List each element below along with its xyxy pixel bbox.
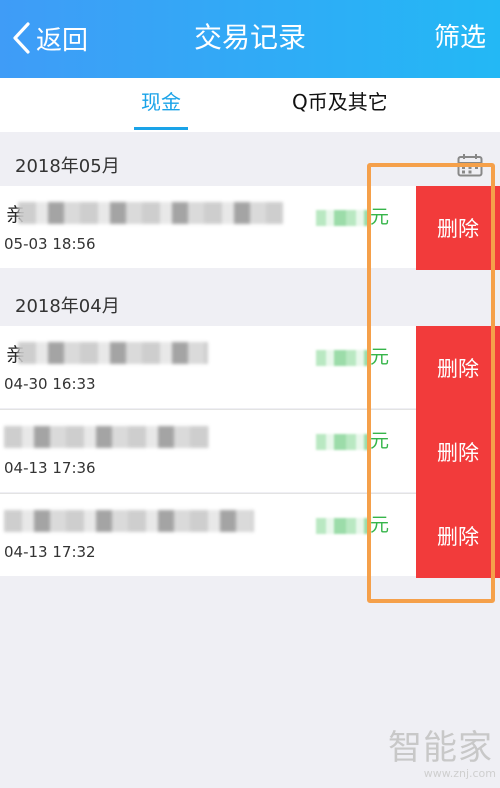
transaction-row[interactable]: 04-13 17:32 元 [0,494,416,576]
transaction-date: 04-13 17:32 [4,543,96,561]
tab-qcoin-label: Q币及其它 [292,90,388,114]
watermark: 智能家 www.znj.com [388,720,496,780]
filter-button[interactable]: 筛选 [434,18,486,58]
page-title: 交易记录 [193,21,306,54]
redacted-amount [316,349,370,366]
redacted-description [18,342,208,364]
redacted-amount [316,209,370,226]
redacted-description [18,202,283,224]
redacted-description [4,426,209,448]
transaction-date: 04-13 17:36 [4,459,96,477]
top-bar: 返回 交易记录 筛选 [0,0,500,78]
month-header: 2018年05月 [15,156,120,177]
tab-active-indicator [134,127,188,130]
transaction-row[interactable]: 亲 04-30 16:33 元 [0,326,416,408]
month-header: 2018年04月 [15,296,120,317]
watermark-title: 智能家 [388,728,493,768]
transaction-row[interactable]: 04-13 17:36 元 [0,410,416,492]
transaction-row[interactable]: 亲 05-03 18:56 元 [0,186,416,268]
tab-bar: 现金 Q币及其它 [0,78,500,132]
highlight-box [367,163,495,603]
tab-cash[interactable]: 现金 [134,78,188,132]
transaction-date: 05-03 18:56 [4,235,96,253]
redacted-amount [316,433,370,450]
redacted-amount [316,517,370,534]
redacted-description [4,510,254,532]
tab-cash-label: 现金 [141,90,181,114]
tab-qcoin-and-other[interactable]: Q币及其它 [292,78,388,132]
transaction-date: 04-30 16:33 [4,375,96,393]
